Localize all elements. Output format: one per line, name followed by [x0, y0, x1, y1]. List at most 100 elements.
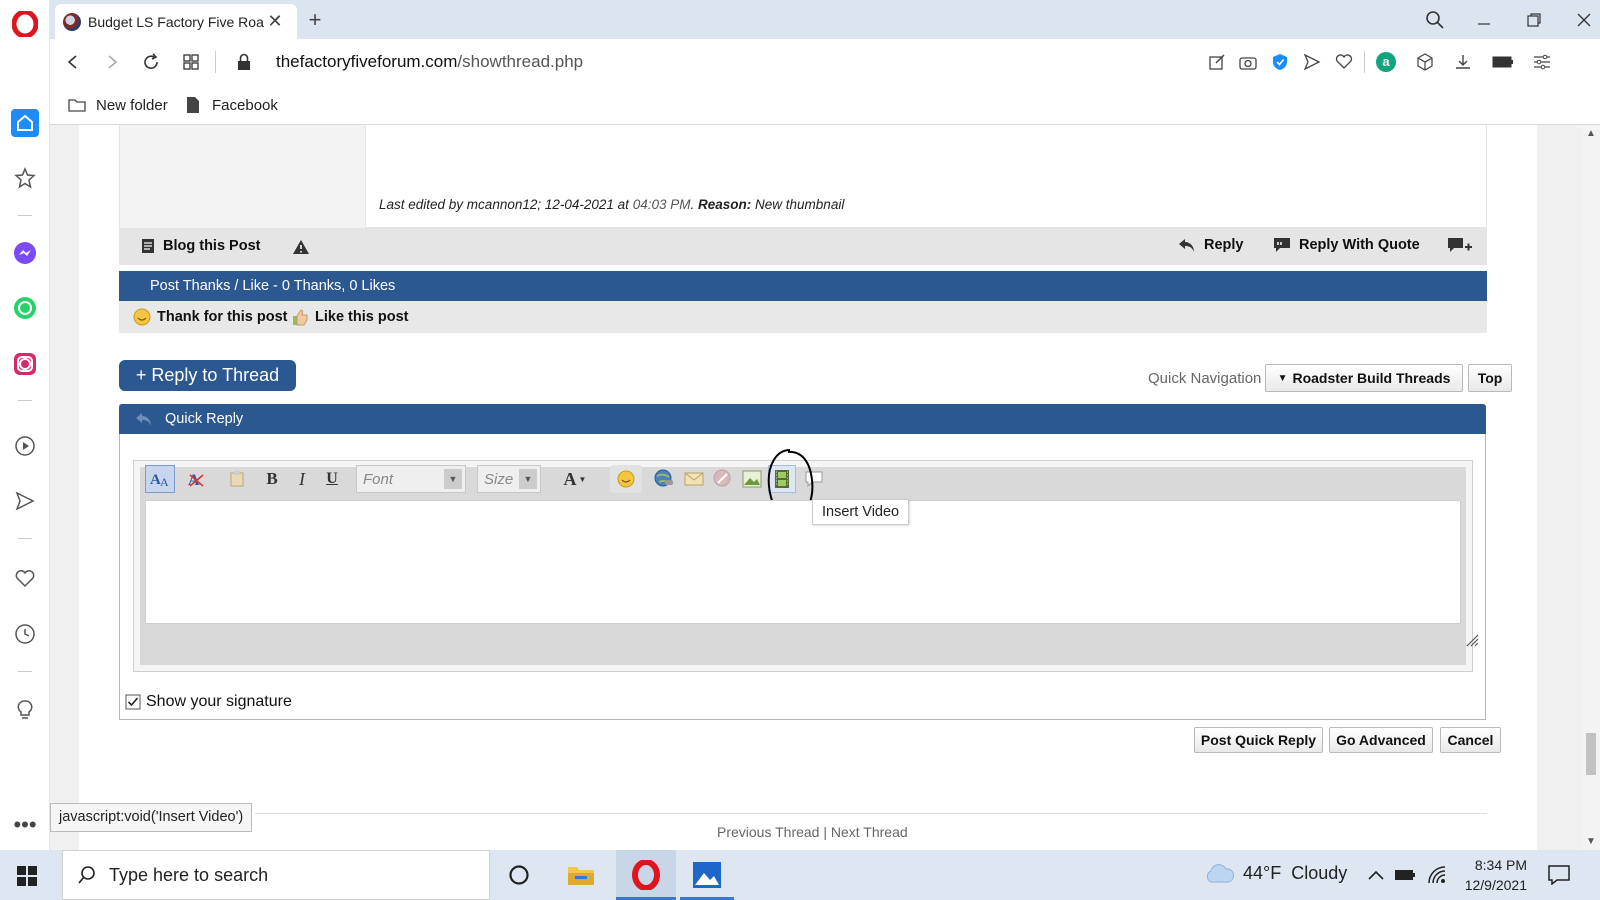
search-icon	[78, 866, 95, 884]
back-icon[interactable]	[62, 51, 84, 73]
download-icon[interactable]	[1452, 51, 1474, 73]
underline-button[interactable]: U	[320, 465, 344, 493]
tab-title: Budget LS Factory Five Roa	[88, 13, 264, 30]
text-color-button[interactable]: A ▼	[555, 465, 595, 493]
insert-email-button[interactable]	[680, 465, 708, 493]
paste-button[interactable]	[224, 465, 250, 493]
taskbar-clock[interactable]: 8:34 PM 12/9/2021	[1457, 855, 1527, 895]
lightbulb-icon[interactable]	[11, 696, 39, 724]
bold-button[interactable]: B	[260, 465, 284, 493]
insert-video-tooltip: Insert Video	[812, 499, 910, 525]
whatsapp-icon[interactable]	[11, 294, 39, 322]
report-post-icon[interactable]	[291, 238, 311, 256]
weather-widget[interactable]: 44°F Cloudy	[1204, 862, 1347, 884]
instagram-icon[interactable]	[11, 350, 39, 378]
reload-icon[interactable]	[140, 51, 162, 73]
italic-button[interactable]: I	[290, 465, 314, 493]
home-icon[interactable]	[11, 109, 39, 137]
multi-quote-icon[interactable]	[1447, 237, 1473, 255]
site-favicon-icon	[63, 12, 81, 31]
camera-icon[interactable]	[1237, 51, 1259, 73]
scroll-up-icon[interactable]: ▲	[1584, 127, 1598, 139]
player-icon[interactable]	[11, 432, 39, 460]
blog-post-button[interactable]: Blog this Post	[141, 238, 260, 254]
restore-window-icon[interactable]	[1522, 8, 1546, 32]
post-quick-reply-button[interactable]: Post Quick Reply	[1194, 727, 1323, 753]
insert-link-button[interactable]	[650, 465, 678, 493]
opera-logo-icon[interactable]	[11, 10, 39, 38]
scrollbar-thumb[interactable]	[1586, 733, 1596, 775]
taskbar-photos[interactable]	[678, 850, 736, 900]
page-scrollbar[interactable]: ▲ ▼	[1582, 125, 1600, 850]
prev-next-thread-links[interactable]: Previous Thread | Next Thread	[717, 824, 908, 840]
web-page: ▲ ▼ Last edited by mcannon12; 12-04-2021…	[50, 125, 1600, 850]
show-signature-checkbox[interactable]: Show your signature	[125, 693, 292, 711]
bookmark-heart-icon[interactable]	[1333, 51, 1355, 73]
resize-handle-icon[interactable]	[1465, 633, 1479, 647]
easy-setup-icon[interactable]	[1531, 51, 1553, 73]
forward-icon[interactable]	[101, 51, 123, 73]
url-field[interactable]: thefactoryfiveforum.com/showthread.php	[276, 51, 583, 73]
remove-format-icon: A	[188, 472, 204, 488]
font-select-label: Font	[363, 470, 394, 488]
toggle-wysiwyg-button[interactable]: AA	[145, 465, 175, 493]
send-icon[interactable]	[11, 487, 39, 515]
quick-navigation-select[interactable]: ▼ Roadster Build Threads	[1265, 364, 1463, 392]
insert-image-button[interactable]	[738, 465, 766, 493]
close-window-icon[interactable]	[1572, 8, 1596, 32]
speed-dial-icon[interactable]	[180, 51, 202, 73]
last-edited-note: Last edited by mcannon12; 12-04-2021 at …	[379, 197, 845, 212]
wifi-icon[interactable]	[1425, 863, 1449, 887]
folder-icon	[68, 99, 86, 112]
search-tabs-icon[interactable]	[1423, 8, 1447, 32]
lock-icon[interactable]	[234, 51, 254, 73]
thank-post-button[interactable]: Thank for this post	[133, 308, 288, 326]
cortana-icon[interactable]	[506, 862, 532, 888]
remove-format-button[interactable]: A	[181, 465, 211, 493]
battery-icon[interactable]	[1393, 865, 1417, 885]
bold-icon: B	[266, 469, 278, 488]
minimize-window-icon[interactable]	[1472, 8, 1496, 32]
more-icon[interactable]: •••	[11, 811, 39, 839]
remove-link-button[interactable]	[709, 465, 737, 493]
browser-tab[interactable]: Budget LS Factory Five Roa ✕	[55, 4, 297, 39]
new-tab-icon[interactable]: +	[303, 7, 327, 32]
size-select[interactable]: Size ▼	[477, 465, 541, 493]
history-icon[interactable]	[11, 620, 39, 648]
windows-start-icon[interactable]	[14, 863, 40, 889]
scroll-down-icon[interactable]: ▼	[1584, 835, 1598, 847]
snapshot-edit-icon[interactable]	[1206, 51, 1228, 73]
amazon-extension-icon[interactable]: a	[1375, 51, 1397, 73]
image-icon	[742, 470, 762, 488]
notifications-icon[interactable]	[1547, 863, 1571, 887]
like-post-button[interactable]: Like this post	[291, 308, 408, 326]
star-icon[interactable]	[11, 164, 39, 192]
extensions-cube-icon[interactable]	[1414, 51, 1436, 73]
message-textarea[interactable]	[145, 500, 1461, 624]
battery-saver-icon[interactable]	[1491, 51, 1515, 73]
reply-to-thread-button[interactable]: + Reply to Thread	[119, 360, 296, 391]
reply-button[interactable]: Reply	[1178, 237, 1244, 253]
heart-icon[interactable]	[11, 565, 39, 593]
send-page-icon[interactable]	[1301, 51, 1323, 73]
taskbar-search-box[interactable]: Type here to search	[62, 850, 490, 900]
smilies-button[interactable]	[610, 465, 642, 493]
shield-check-icon[interactable]	[1269, 51, 1291, 73]
blog-icon	[142, 239, 154, 253]
thanks-actions-row: Thank for this post Like this post	[119, 301, 1487, 333]
post-action-bar: Blog this Post Reply Reply With Quote	[119, 228, 1487, 265]
taskbar-opera-active[interactable]	[616, 850, 676, 900]
bookmark-new-folder[interactable]: New folder	[68, 94, 168, 116]
close-tab-icon[interactable]: ✕	[266, 11, 284, 31]
thank-label: Thank for this post	[157, 309, 288, 325]
reply-with-quote-button[interactable]: Reply With Quote	[1273, 237, 1420, 253]
reply-with-quote-label: Reply With Quote	[1299, 237, 1420, 253]
messenger-icon[interactable]	[11, 239, 39, 267]
bookmark-facebook[interactable]: Facebook	[186, 94, 278, 116]
show-hidden-icons-icon[interactable]	[1366, 865, 1386, 885]
file-explorer-icon[interactable]	[566, 860, 596, 890]
font-select[interactable]: Font ▼	[356, 465, 466, 493]
top-button[interactable]: Top	[1468, 364, 1512, 392]
go-advanced-button[interactable]: Go Advanced	[1329, 727, 1433, 753]
cancel-button[interactable]: Cancel	[1440, 727, 1501, 753]
